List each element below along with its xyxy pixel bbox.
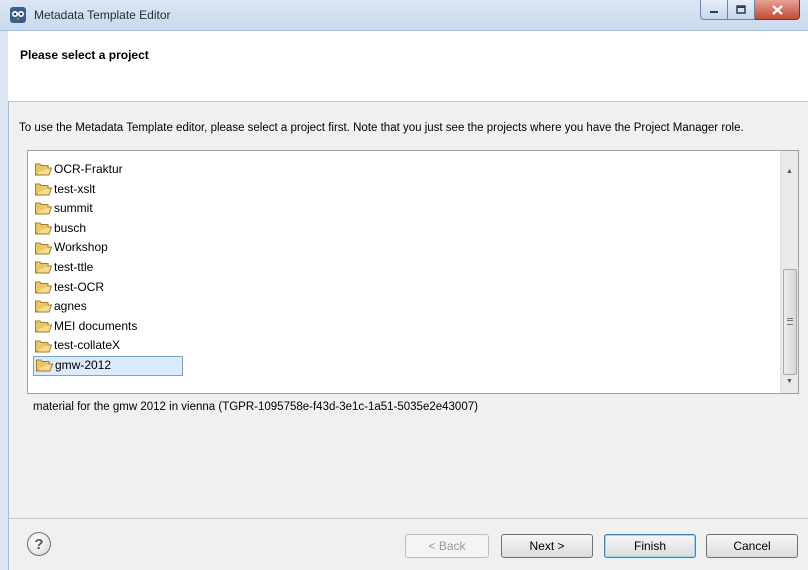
vertical-scrollbar[interactable]: ▲ ▼ — [780, 151, 798, 393]
list-item-label: test-collateX — [54, 338, 121, 353]
list-item[interactable]: test-collateX — [33, 336, 183, 356]
list-item-label: Workshop — [54, 240, 108, 255]
scroll-up-arrow[interactable]: ▲ — [781, 163, 798, 180]
list-item[interactable]: test-xslt — [33, 180, 183, 200]
list-item-label: OCR-Fraktur — [54, 162, 123, 176]
list-item-label: gmw-2012 — [55, 357, 112, 372]
project-description: material for the gmw 2012 in vienna (TGP… — [33, 401, 478, 413]
close-button[interactable] — [755, 0, 800, 20]
owl-icon — [10, 7, 26, 23]
folder-icon — [35, 340, 52, 353]
title-bar[interactable]: Metadata Template Editor — [0, 0, 808, 31]
window-controls — [700, 0, 800, 20]
project-list[interactable]: OCR-Fraktur test-xslt summit busch Works… — [27, 150, 799, 394]
list-item-label: summit — [54, 201, 93, 216]
instructions-text: To use the Metadata Template editor, ple… — [19, 122, 744, 134]
list-item-label: test-ttle — [54, 259, 94, 274]
list-item-label: agnes — [54, 299, 87, 314]
finish-button[interactable]: Finish — [604, 534, 696, 558]
window-left-border — [0, 31, 9, 570]
window-title: Metadata Template Editor — [34, 8, 171, 22]
folder-icon — [35, 183, 52, 196]
list-item-selected[interactable]: gmw-2012 — [33, 355, 183, 376]
folder-icon — [35, 242, 52, 255]
button-bar-separator — [8, 518, 808, 519]
back-button[interactable]: < Back — [405, 534, 489, 558]
list-item[interactable]: test-OCR — [33, 278, 183, 298]
next-button[interactable]: Next > — [501, 534, 593, 558]
folder-icon — [35, 163, 52, 176]
close-icon — [771, 4, 783, 15]
list-item[interactable]: MEI documents — [33, 317, 183, 337]
cancel-button[interactable]: Cancel — [706, 534, 798, 558]
wizard-header: Please select a project — [8, 31, 808, 102]
list-item-label: test-xslt — [54, 181, 96, 196]
list-item-label: busch — [54, 220, 87, 235]
list-item[interactable]: test-ttle — [33, 258, 183, 278]
scroll-down-arrow[interactable]: ▼ — [781, 373, 798, 390]
grip-icon — [787, 318, 793, 325]
folder-icon — [35, 281, 52, 294]
folder-icon — [36, 359, 53, 372]
list-item-label: test-OCR — [54, 279, 105, 294]
folder-icon — [35, 202, 52, 215]
folder-icon — [35, 320, 52, 333]
help-button[interactable]: ? — [27, 532, 51, 556]
folder-icon — [35, 261, 52, 274]
list-item[interactable]: busch — [33, 219, 183, 239]
folder-icon — [35, 300, 52, 313]
scrollbar-thumb[interactable] — [783, 269, 797, 375]
list-item[interactable]: Workshop — [33, 238, 183, 258]
list-item[interactable]: summit — [33, 199, 183, 219]
maximize-button[interactable] — [728, 0, 755, 20]
minimize-button[interactable] — [700, 0, 728, 20]
list-item[interactable]: OCR-Fraktur — [33, 160, 183, 180]
page-title: Please select a project — [20, 48, 149, 62]
list-item[interactable]: agnes — [33, 297, 183, 317]
project-list-items: OCR-Fraktur test-xslt summit busch Works… — [33, 160, 183, 376]
minimize-icon — [710, 10, 718, 13]
maximize-icon — [736, 5, 746, 14]
folder-icon — [35, 222, 52, 235]
list-item-label: MEI documents — [54, 318, 138, 333]
help-icon: ? — [34, 535, 44, 553]
